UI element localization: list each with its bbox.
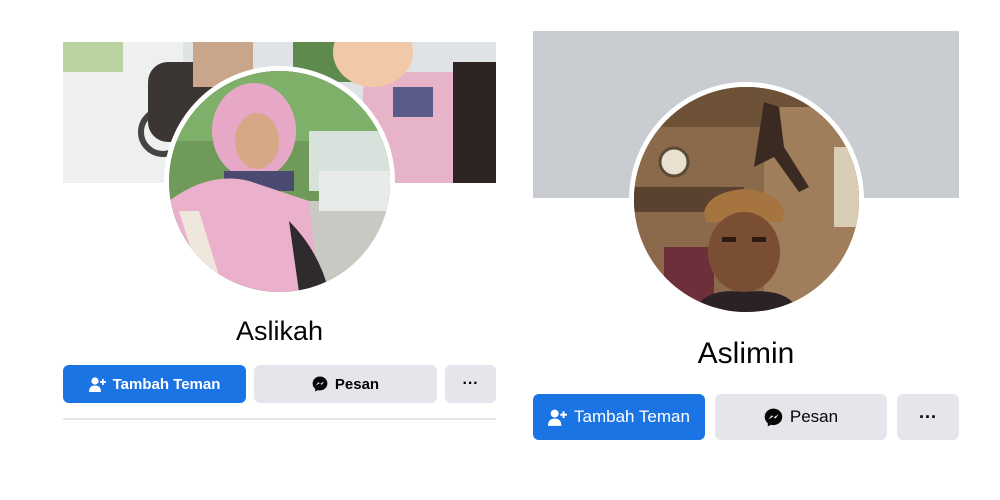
avatar-photo (169, 71, 390, 292)
add-friend-label: Tambah Teman (574, 407, 690, 426)
add-friend-icon (548, 409, 568, 426)
add-friend-button[interactable]: Tambah Teman (533, 394, 705, 440)
avatar-photo (634, 87, 859, 312)
message-label: Pesan (334, 375, 380, 393)
more-button[interactable]: ··· (897, 394, 959, 440)
more-button[interactable]: ··· (445, 365, 496, 403)
messenger-icon (312, 376, 328, 392)
message-label: Pesan (789, 407, 839, 426)
more-icon: ··· (919, 406, 937, 427)
more-icon: ··· (462, 375, 479, 392)
profile-card-aslikah: Aslikah Tambah Teman Pesan ··· (0, 0, 500, 500)
messenger-icon (764, 408, 783, 427)
add-friend-label: Tambah Teman (112, 375, 221, 393)
add-friend-icon (88, 376, 106, 392)
profile-avatar[interactable] (164, 66, 395, 297)
divider (63, 418, 496, 420)
message-button[interactable]: Pesan (254, 365, 437, 403)
message-button[interactable]: Pesan (715, 394, 887, 440)
profile-card-aslimin: Aslimin Tambah Teman Pesan ··· (500, 0, 1000, 500)
profile-name: Aslikah (235, 316, 324, 346)
add-friend-button[interactable]: Tambah Teman (63, 365, 246, 403)
profile-name: Aslimin (697, 337, 795, 370)
profile-avatar[interactable] (629, 82, 864, 317)
